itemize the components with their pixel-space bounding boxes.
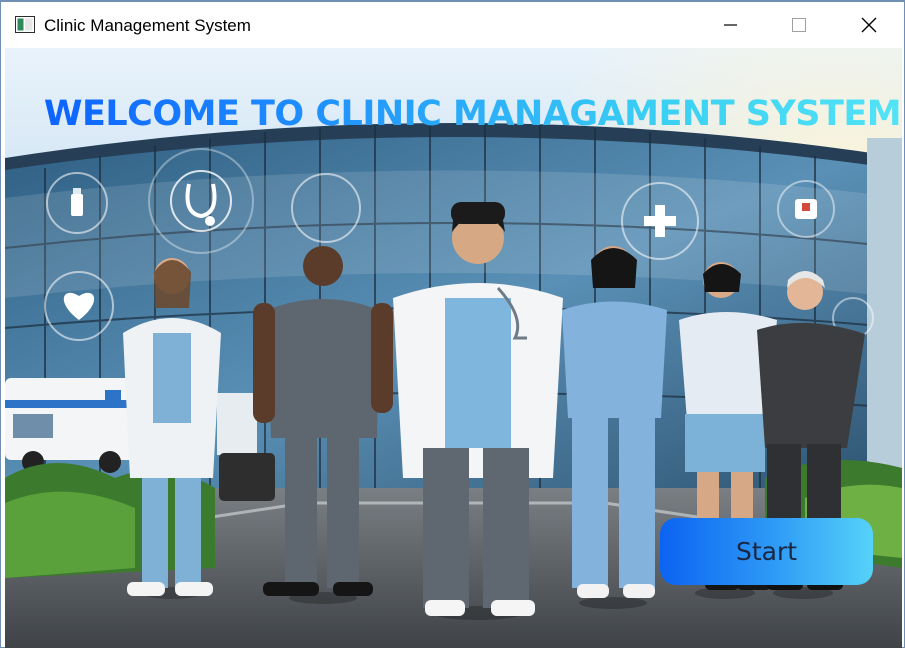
main-panel: WELCOME TO CLINIC MANAGAMENT SYSTEM Star…	[5, 48, 902, 648]
title-bar[interactable]: Clinic Management System	[1, 2, 904, 48]
close-icon	[861, 17, 877, 33]
minimize-icon	[724, 24, 737, 26]
maximize-button[interactable]	[776, 2, 822, 48]
minimize-button[interactable]	[707, 2, 753, 48]
ambulance-icon	[795, 199, 817, 219]
maximize-icon	[792, 18, 806, 32]
app-window: Clinic Management System WELCOME TO CLIN…	[0, 0, 905, 648]
welcome-heading: WELCOME TO CLINIC MANAGAMENT SYSTEM	[5, 88, 902, 140]
close-button[interactable]	[846, 2, 892, 48]
app-icon	[15, 16, 35, 33]
window-title: Clinic Management System	[44, 16, 251, 35]
start-button[interactable]: Start	[660, 518, 873, 585]
